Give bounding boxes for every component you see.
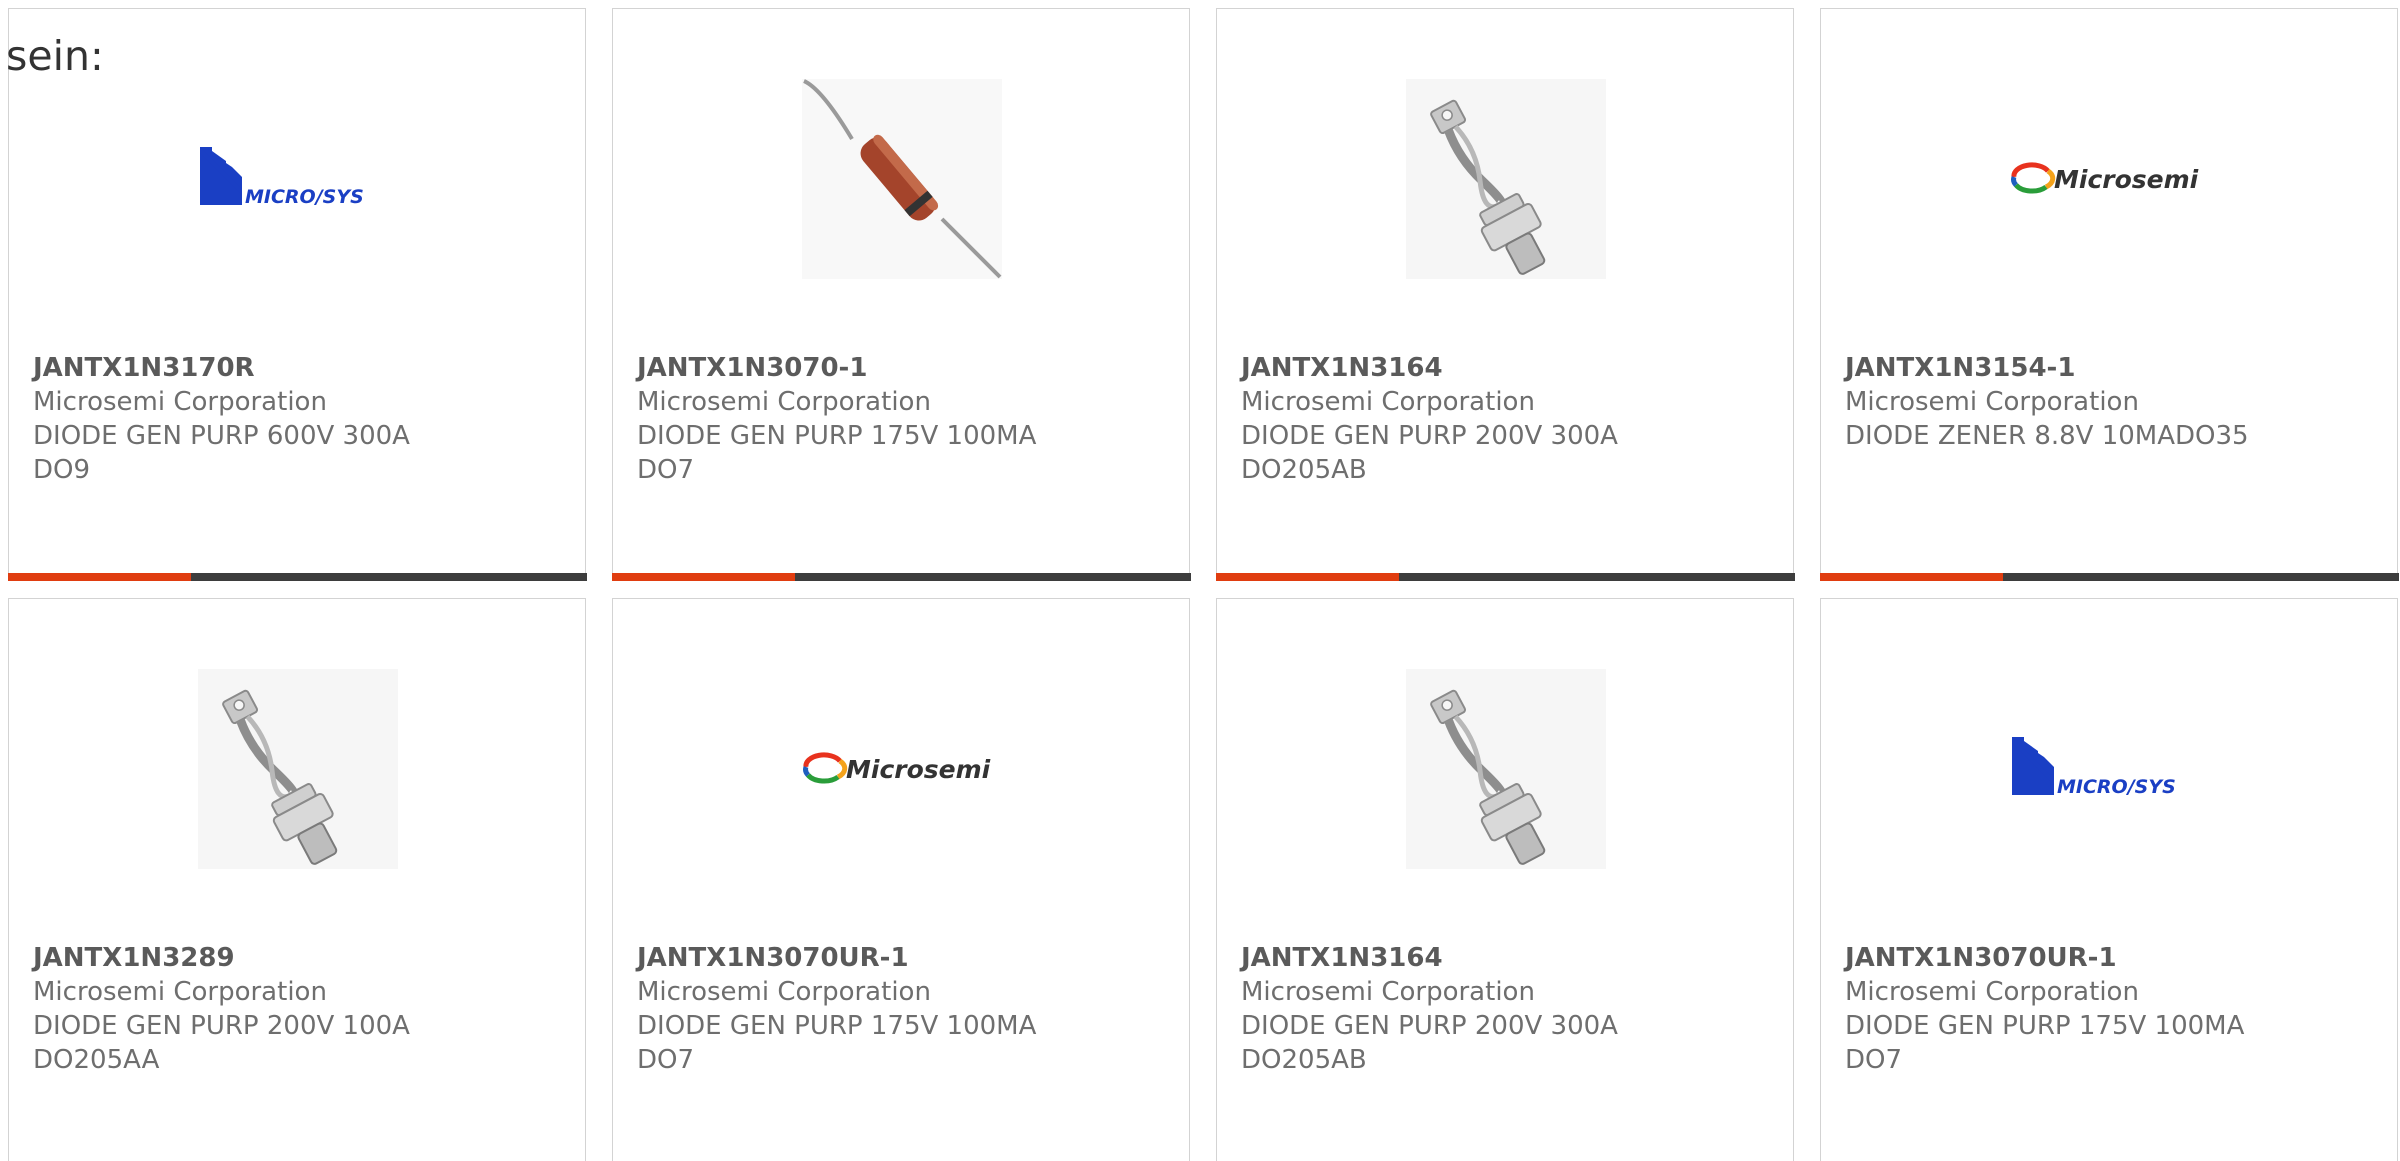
page: sein: MICRO/SYS JANTX1N3170R Microsemi C…	[0, 0, 2400, 1161]
product-card[interactable]: MICRO/SYS JANTX1N3170R Microsemi Corpora…	[7, 8, 587, 581]
description-text: DIODE GEN PURP 175V 100MA	[637, 1011, 1037, 1041]
stud-diode-icon[interactable]	[1406, 79, 1606, 279]
package-text: DO7	[637, 1045, 695, 1075]
part-number-link[interactable]: JANTX1N3170R	[33, 351, 565, 385]
product-grid: MICRO/SYS JANTX1N3170R Microsemi Corpora…	[7, 8, 2399, 1161]
svg-text:MICRO/SYS: MICRO/SYS	[2057, 776, 2176, 798]
package-text: DO7	[637, 455, 695, 485]
card-bottom-bar	[1215, 572, 1795, 581]
package-text: DO7	[1845, 1045, 1903, 1075]
card-accent-bar	[1819, 572, 2003, 581]
manufacturer-text: Microsemi Corporation	[1845, 387, 2139, 417]
product-info: JANTX1N3070UR-1 Microsemi Corporation DI…	[637, 941, 1169, 1077]
package-text: DO205AB	[1241, 1045, 1367, 1075]
part-number-link[interactable]: JANTX1N3070UR-1	[1845, 941, 2377, 975]
stud-diode-icon[interactable]	[1406, 669, 1606, 869]
card-bottom-bar	[7, 572, 587, 581]
product-info: JANTX1N3289 Microsemi Corporation DIODE …	[33, 941, 565, 1077]
product-card[interactable]: JANTX1N3164 Microsemi Corporation DIODE …	[1216, 598, 1794, 1161]
microsemi-logo-icon[interactable]: Microsemi	[802, 669, 1002, 869]
product-info: JANTX1N3154-1 Microsemi Corporation DIOD…	[1845, 351, 2377, 453]
product-card[interactable]: JANTX1N3070-1 Microsemi Corporation DIOD…	[611, 8, 1191, 581]
part-number-link[interactable]: JANTX1N3289	[33, 941, 565, 975]
part-number-link[interactable]: JANTX1N3164	[1241, 941, 1773, 975]
manufacturer-text: Microsemi Corporation	[1241, 977, 1535, 1007]
intro-text: sein:	[6, 32, 104, 80]
product-info: JANTX1N3070UR-1 Microsemi Corporation DI…	[1845, 941, 2377, 1077]
description-text: DIODE GEN PURP 175V 100MA	[1845, 1011, 2245, 1041]
product-card[interactable]: JANTX1N3164 Microsemi Corporation DIODE …	[1215, 8, 1795, 581]
part-number-link[interactable]: JANTX1N3070UR-1	[637, 941, 1169, 975]
microsys-logo-icon[interactable]: MICRO/SYS	[198, 79, 398, 279]
manufacturer-text: Microsemi Corporation	[33, 387, 327, 417]
description-text: DIODE GEN PURP 200V 100A	[33, 1011, 410, 1041]
description-text: DIODE ZENER 8.8V 10MADO35	[1845, 421, 2249, 451]
card-accent-bar	[7, 572, 191, 581]
card-accent-bar	[1215, 572, 1399, 581]
description-text: DIODE GEN PURP 175V 100MA	[637, 421, 1037, 451]
description-text: DIODE GEN PURP 200V 300A	[1241, 421, 1618, 451]
package-text: DO205AB	[1241, 455, 1367, 485]
svg-text:MICRO/SYS: MICRO/SYS	[245, 186, 364, 208]
microsys-logo-icon[interactable]: MICRO/SYS	[2010, 669, 2210, 869]
product-info: JANTX1N3164 Microsemi Corporation DIODE …	[1241, 941, 1773, 1077]
manufacturer-text: Microsemi Corporation	[1845, 977, 2139, 1007]
part-number-link[interactable]: JANTX1N3154-1	[1845, 351, 2377, 385]
product-card[interactable]: MICRO/SYS JANTX1N3070UR-1 Microsemi Corp…	[1820, 598, 2398, 1161]
part-number-link[interactable]: JANTX1N3164	[1241, 351, 1773, 385]
svg-text:Microsemi: Microsemi	[846, 755, 991, 784]
part-number-link[interactable]: JANTX1N3070-1	[637, 351, 1169, 385]
product-info: JANTX1N3070-1 Microsemi Corporation DIOD…	[637, 351, 1169, 487]
package-text: DO9	[33, 455, 91, 485]
product-card[interactable]: Microsemi JANTX1N3070UR-1 Microsemi Corp…	[612, 598, 1190, 1161]
product-card[interactable]: JANTX1N3289 Microsemi Corporation DIODE …	[8, 598, 586, 1161]
stud-diode-icon[interactable]	[198, 669, 398, 869]
product-info: JANTX1N3170R Microsemi Corporation DIODE…	[33, 351, 565, 487]
card-bottom-bar	[611, 572, 1191, 581]
microsemi-logo-icon[interactable]: Microsemi	[2010, 79, 2210, 279]
manufacturer-text: Microsemi Corporation	[1241, 387, 1535, 417]
description-text: DIODE GEN PURP 600V 300A	[33, 421, 410, 451]
card-bottom-bar	[1819, 572, 2399, 581]
manufacturer-text: Microsemi Corporation	[637, 977, 931, 1007]
card-accent-bar	[611, 572, 795, 581]
package-text: DO205AA	[33, 1045, 160, 1075]
manufacturer-text: Microsemi Corporation	[33, 977, 327, 1007]
axial-diode-icon[interactable]	[802, 79, 1002, 279]
svg-text:Microsemi: Microsemi	[2054, 165, 2199, 194]
manufacturer-text: Microsemi Corporation	[637, 387, 931, 417]
description-text: DIODE GEN PURP 200V 300A	[1241, 1011, 1618, 1041]
product-card[interactable]: Microsemi JANTX1N3154-1 Microsemi Corpor…	[1819, 8, 2399, 581]
product-info: JANTX1N3164 Microsemi Corporation DIODE …	[1241, 351, 1773, 487]
